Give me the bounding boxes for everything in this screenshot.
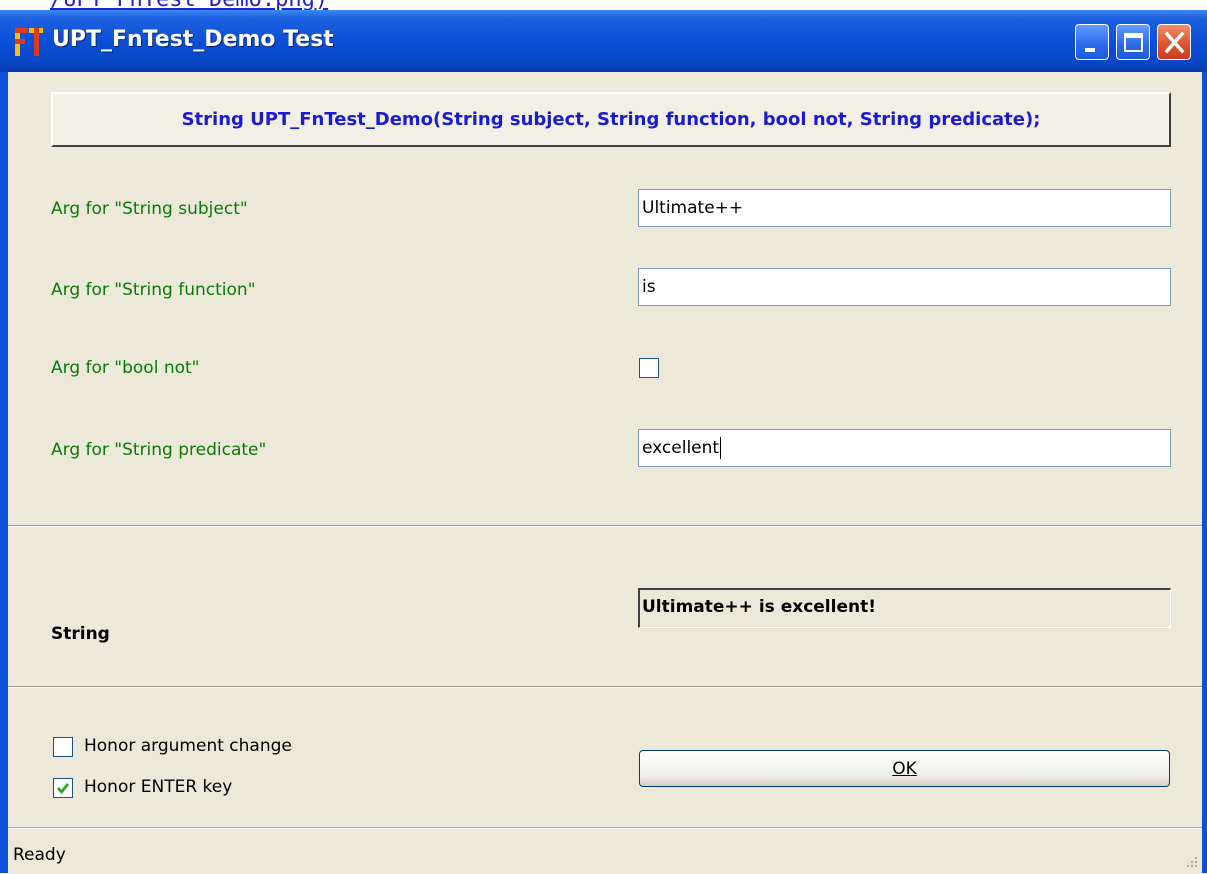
window-title: UPT_FnTest_Demo Test <box>52 27 334 52</box>
ok-button[interactable]: OK <box>639 750 1170 787</box>
status-bar: Ready <box>8 828 1202 874</box>
result-field: Ultimate++ is excellent! <box>638 588 1171 628</box>
honor-argument-change-label: Honor argument change <box>84 736 292 756</box>
clipped-link-text: /UPT_FnTest_Demo.png) <box>50 0 328 10</box>
text-caret <box>720 437 722 459</box>
resize-grip-icon[interactable] <box>1184 854 1198 868</box>
separator-top <box>8 525 1202 527</box>
result-label: String <box>51 624 110 644</box>
maximize-icon <box>1124 33 1143 52</box>
status-text: Ready <box>13 845 66 865</box>
arg-predicate-label: Arg for "String predicate" <box>51 440 267 460</box>
arg-not-checkbox[interactable] <box>639 358 659 378</box>
window-frame-right <box>1202 72 1207 873</box>
arg-not-label: Arg for "bool not" <box>51 358 200 378</box>
honor-enter-key-label: Honor ENTER key <box>84 777 233 797</box>
arg-function-input[interactable]: is <box>638 268 1171 306</box>
arg-subject-label: Arg for "String subject" <box>51 199 248 219</box>
arg-predicate-input[interactable]: excellent <box>638 429 1171 467</box>
arg-subject-input[interactable]: Ultimate++ <box>638 189 1171 227</box>
clipped-text-strip: /UPT_FnTest_Demo.png) <box>0 0 1207 10</box>
title-bar[interactable]: UPT_FnTest_Demo Test <box>0 10 1207 72</box>
separator-bottom <box>8 686 1202 688</box>
honor-argument-change-checkbox[interactable] <box>53 737 73 757</box>
close-button[interactable] <box>1157 24 1191 60</box>
close-icon <box>1164 31 1185 54</box>
minimize-icon <box>1085 48 1095 52</box>
minimize-button[interactable] <box>1075 24 1109 60</box>
window-frame-left <box>0 72 8 873</box>
arg-predicate-value: excellent <box>642 438 720 458</box>
honor-enter-key-checkbox[interactable] <box>53 778 73 798</box>
checkmark-icon <box>57 783 70 795</box>
ft-app-icon <box>15 28 43 56</box>
function-signature-button[interactable]: String UPT_FnTest_Demo(String subject, S… <box>51 92 1171 147</box>
maximize-button[interactable] <box>1116 24 1150 60</box>
arg-function-label: Arg for "String function" <box>51 280 256 300</box>
ok-button-label: OK <box>892 758 917 779</box>
